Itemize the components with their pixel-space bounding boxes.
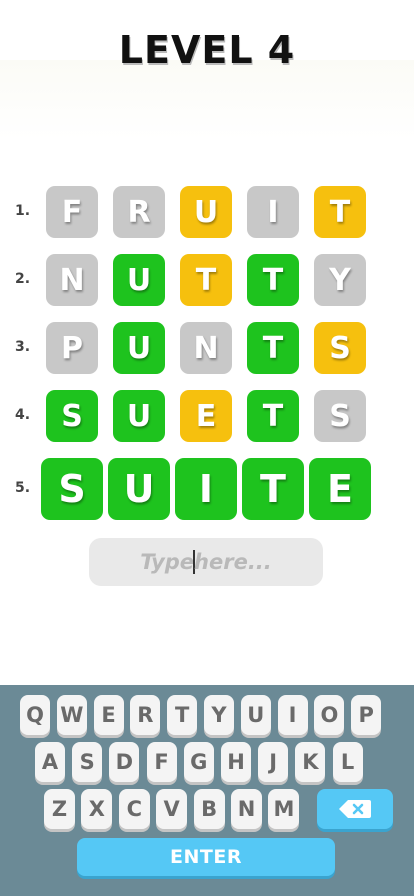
row-number: 5. xyxy=(15,480,31,496)
key-h[interactable]: H xyxy=(221,742,251,782)
letter-tile: I xyxy=(247,186,299,238)
key-g[interactable]: G xyxy=(183,742,214,782)
key-v[interactable]: V xyxy=(156,789,188,829)
letter-tile: F xyxy=(46,186,98,238)
key-t[interactable]: T xyxy=(167,695,198,735)
header-background xyxy=(0,60,414,140)
letter-tile: N xyxy=(180,322,232,374)
letter-tile: U xyxy=(113,254,165,306)
key-j[interactable]: J xyxy=(258,742,289,782)
key-m[interactable]: M xyxy=(268,789,300,829)
key-b[interactable]: B xyxy=(193,789,225,829)
input-placeholder-start: Type xyxy=(140,550,195,574)
key-w[interactable]: W xyxy=(56,695,87,735)
letter-tile: E xyxy=(180,390,232,442)
row-number: 1. xyxy=(15,203,31,219)
input-placeholder-end: here... xyxy=(194,550,272,574)
key-p[interactable]: P xyxy=(351,695,382,735)
key-i[interactable]: I xyxy=(277,695,308,735)
key-x[interactable]: X xyxy=(81,789,113,829)
key-c[interactable]: C xyxy=(118,789,150,829)
guess-input[interactable]: Type here... xyxy=(89,538,323,586)
letter-tile: T xyxy=(180,254,232,306)
letter-tile: S xyxy=(314,390,366,442)
key-f[interactable]: F xyxy=(146,742,177,782)
letter-tile: I xyxy=(175,458,237,520)
letter-tile: S xyxy=(46,390,98,442)
letter-tile: T xyxy=(242,458,304,520)
key-a[interactable]: A xyxy=(35,742,65,782)
letter-tile: U xyxy=(113,390,165,442)
key-l[interactable]: L xyxy=(332,742,363,782)
letter-tile: P xyxy=(46,322,98,374)
enter-key[interactable]: ENTER xyxy=(77,838,335,876)
key-e[interactable]: E xyxy=(93,695,124,735)
letter-tile: Y xyxy=(314,254,366,306)
row-number: 2. xyxy=(15,271,31,287)
letter-tile: S xyxy=(41,458,103,520)
letter-tile: T xyxy=(247,322,299,374)
row-number: 3. xyxy=(15,339,31,355)
backspace-key[interactable] xyxy=(317,789,393,829)
key-q[interactable]: Q xyxy=(20,695,50,735)
key-k[interactable]: K xyxy=(295,742,326,782)
letter-tile: T xyxy=(314,186,366,238)
letter-tile: R xyxy=(113,186,165,238)
key-y[interactable]: Y xyxy=(204,695,234,735)
letter-tile: T xyxy=(247,390,299,442)
row-number: 4. xyxy=(15,407,31,423)
backspace-icon xyxy=(339,800,371,818)
letter-tile: U xyxy=(108,458,170,520)
key-d[interactable]: D xyxy=(109,742,140,782)
on-screen-keyboard: ENTER QWERTYUIOP ASDFGHJKL ZXCVBNM xyxy=(0,685,414,896)
key-r[interactable]: R xyxy=(130,695,161,735)
letter-tile: S xyxy=(314,322,366,374)
key-s[interactable]: S xyxy=(72,742,103,782)
letter-tile: N xyxy=(46,254,98,306)
key-z[interactable]: Z xyxy=(44,789,75,829)
key-o[interactable]: O xyxy=(314,695,345,735)
letter-tile: U xyxy=(180,186,232,238)
key-n[interactable]: N xyxy=(231,789,262,829)
letter-tile: T xyxy=(247,254,299,306)
letter-tile: U xyxy=(113,322,165,374)
enter-key-label: ENTER xyxy=(170,846,242,868)
letter-tile: E xyxy=(309,458,371,520)
level-title: LEVEL 4 xyxy=(118,28,296,72)
key-u[interactable]: U xyxy=(240,695,271,735)
